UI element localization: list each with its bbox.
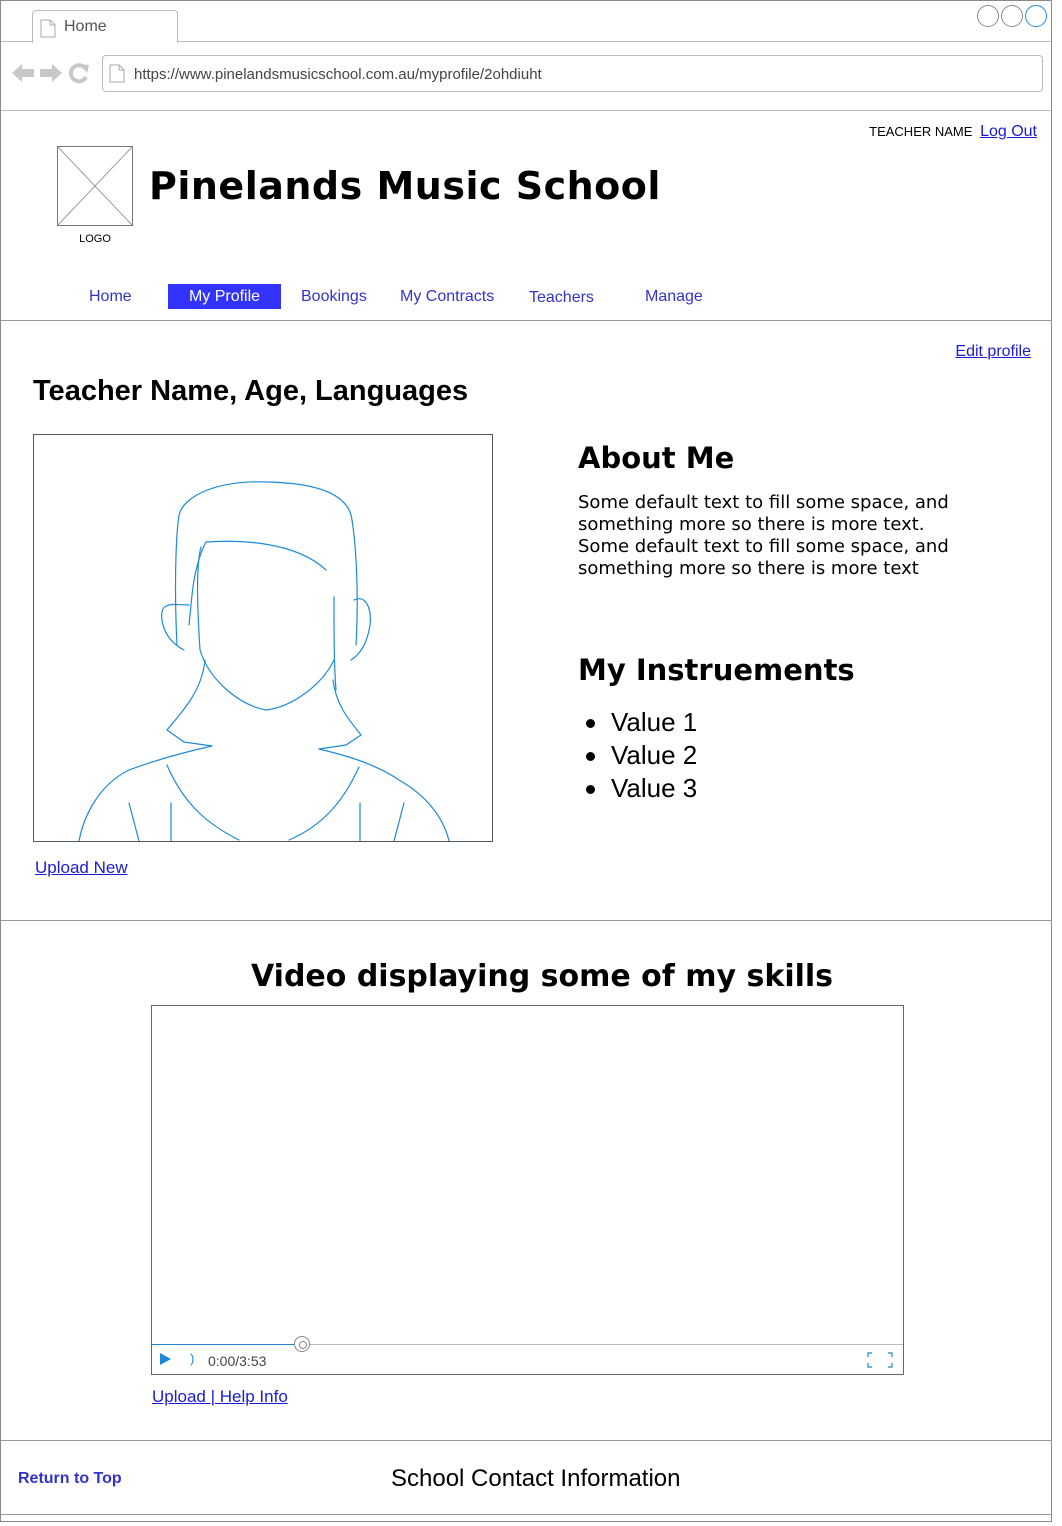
nav-teachers[interactable]: Teachers xyxy=(529,285,594,310)
browser-nav-buttons xyxy=(11,62,91,84)
tab-title: Home xyxy=(64,18,107,35)
header-divider xyxy=(1,320,1051,321)
logout-link[interactable]: Log Out xyxy=(980,123,1037,140)
upload-help-link[interactable]: Upload | Help Info xyxy=(152,1387,288,1407)
address-bar-row: https://www.pinelandsmusicschool.com.au/… xyxy=(1,42,1051,111)
person-avatar-icon xyxy=(78,481,450,841)
page-icon xyxy=(109,64,125,83)
about-me-heading: About Me xyxy=(578,441,735,475)
logo-label: LOGO xyxy=(79,233,111,245)
site-title: Pinelands Music School xyxy=(149,164,661,208)
window-close-icon[interactable] xyxy=(1025,5,1047,27)
back-arrow-icon[interactable] xyxy=(11,62,35,84)
profile-divider xyxy=(1,920,1051,921)
nav-manage[interactable]: Manage xyxy=(645,284,703,309)
fullscreen-icon[interactable] xyxy=(867,1352,893,1368)
user-bar: TEACHER NAME Log Out xyxy=(869,123,1037,141)
list-item: Value 2 xyxy=(585,740,698,770)
about-me-text: Some default text to fill some space, an… xyxy=(578,492,949,579)
forward-arrow-icon[interactable] xyxy=(39,62,63,84)
video-heading: Video displaying some of my skills xyxy=(250,959,834,994)
window-maximize-icon[interactable] xyxy=(1001,5,1023,27)
document-icon xyxy=(40,19,56,38)
nav-my-contracts[interactable]: My Contracts xyxy=(400,284,494,309)
instruments-list: Value 1 Value 2 Value 3 xyxy=(585,706,698,805)
nav-bookings[interactable]: Bookings xyxy=(301,284,367,309)
video-scrubber-handle[interactable] xyxy=(294,1336,310,1352)
url-field[interactable]: https://www.pinelandsmusicschool.com.au/… xyxy=(102,55,1043,92)
browser-tab-home[interactable]: Home xyxy=(32,10,178,43)
school-contact-info: School Contact Information xyxy=(391,1465,681,1492)
video-player[interactable]: ) 0:00/3:53 xyxy=(151,1005,904,1375)
teacher-heading: Teacher Name, Age, Languages xyxy=(33,375,469,407)
edit-profile-link[interactable]: Edit profile xyxy=(955,343,1031,361)
tab-strip: Home xyxy=(1,1,1051,43)
return-to-top-link[interactable]: Return to Top xyxy=(18,1470,122,1488)
url-text: https://www.pinelandsmusicschool.com.au/… xyxy=(134,66,542,83)
nav-my-profile[interactable]: My Profile xyxy=(168,284,281,309)
bottom-divider xyxy=(1,1514,1051,1515)
list-item: Value 1 xyxy=(585,707,698,737)
window-controls xyxy=(975,5,1047,27)
logo-placeholder xyxy=(57,146,133,226)
profile-photo xyxy=(33,434,493,842)
list-item: Value 3 xyxy=(585,773,698,803)
instruments-heading: My Instruements xyxy=(578,653,855,687)
reload-icon[interactable] xyxy=(67,62,91,84)
volume-icon[interactable]: ) xyxy=(190,1351,194,1366)
main-nav: Home My Profile Bookings My Contracts Te… xyxy=(1,284,1051,310)
browser-window: Home https://www.pinelandsmusicschool.co… xyxy=(0,0,1052,1522)
window-minimize-icon[interactable] xyxy=(977,5,999,27)
video-controls: ) 0:00/3:53 xyxy=(152,1336,903,1374)
upload-new-link[interactable]: Upload New xyxy=(35,858,128,878)
teacher-name-label: TEACHER NAME xyxy=(869,124,973,139)
video-time: 0:00/3:53 xyxy=(208,1353,267,1369)
video-progress-bar[interactable] xyxy=(152,1344,302,1345)
play-icon[interactable] xyxy=(160,1353,171,1365)
nav-home[interactable]: Home xyxy=(89,284,132,309)
footer-divider xyxy=(1,1440,1051,1441)
